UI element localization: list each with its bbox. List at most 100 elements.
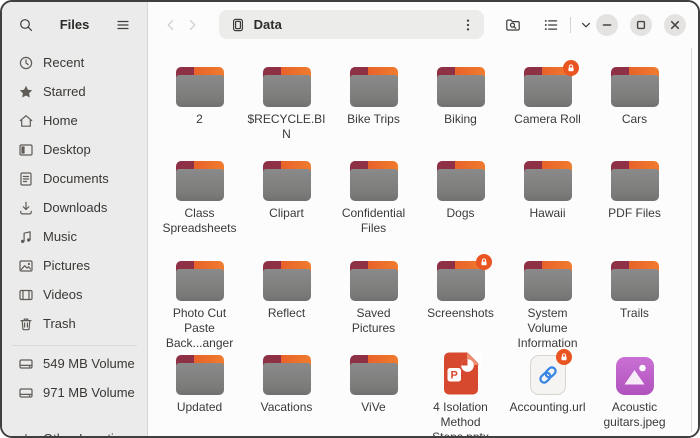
folder-icon xyxy=(175,355,224,395)
folder-icon xyxy=(262,355,311,395)
grid-item-vacations[interactable]: Vacations xyxy=(244,351,330,436)
window-controls xyxy=(596,13,686,36)
list-view-button[interactable] xyxy=(537,11,565,39)
sidebar-volumes: 549 MB Volume 971 MB Volume xyxy=(2,348,147,407)
grid-item-camera-roll[interactable]: Camera Roll xyxy=(505,60,591,157)
grid-item-screenshots[interactable]: Screenshots xyxy=(418,254,504,351)
trash-icon xyxy=(18,316,34,332)
file-icon-wrap xyxy=(349,157,398,201)
grid-item-updated[interactable]: Updated xyxy=(157,351,243,436)
file-name-label: Vacations xyxy=(260,400,313,414)
files-window: Files Recent Starred Home Desktop Documents D… xyxy=(0,0,700,438)
grid-item-vive[interactable]: ViVe xyxy=(331,351,417,436)
file-icon-wrap xyxy=(610,157,659,201)
grid-item-photo-cut-paste-back-anger[interactable]: Photo Cut Paste Back...anger xyxy=(157,257,243,351)
document-icon xyxy=(18,171,34,187)
sidebar-item-downloads[interactable]: Downloads xyxy=(8,193,141,222)
sidebar-item-trash[interactable]: Trash xyxy=(8,309,141,338)
grid-item-confidential-files[interactable]: Confidential Files xyxy=(331,157,417,257)
grid-item-trails[interactable]: Trails xyxy=(592,257,678,351)
grid-item-system-volume-information[interactable]: System Volume Information xyxy=(505,257,591,351)
sidebar-item-label: Trash xyxy=(43,316,76,331)
powerpoint-file-icon: P xyxy=(441,352,481,395)
sidebar-item-starred[interactable]: Starred xyxy=(8,77,141,106)
search-button[interactable] xyxy=(12,11,40,39)
sidebar-item-pictures[interactable]: Pictures xyxy=(8,251,141,280)
link-file-icon xyxy=(529,349,572,395)
app-menu-button[interactable] xyxy=(109,11,137,39)
sidebar-item-971-mb-volume[interactable]: 971 MB Volume xyxy=(8,378,141,407)
minimize-button[interactable] xyxy=(596,13,618,36)
grid-item-clipart[interactable]: Clipart xyxy=(244,157,330,257)
close-button[interactable] xyxy=(664,13,686,36)
file-name-label: Acoustic guitars.jpeg xyxy=(603,400,666,429)
maximize-button[interactable] xyxy=(630,13,652,36)
sidebar-item-other-locations[interactable]: Other Locations xyxy=(8,424,141,436)
file-icon-wrap xyxy=(436,254,492,301)
file-name-label: Hawaii xyxy=(529,206,566,220)
sidebar-item-recent[interactable]: Recent xyxy=(8,48,141,77)
grid-item-recycle-bin[interactable]: $RECYCLE.BIN xyxy=(244,63,330,157)
file-icon-wrap xyxy=(262,63,311,107)
back-button[interactable] xyxy=(160,13,181,37)
music-note-icon xyxy=(18,229,34,245)
path-menu-button[interactable] xyxy=(456,13,480,37)
folder-icon xyxy=(175,161,224,201)
sidebar-item-home[interactable]: Home xyxy=(8,106,141,135)
file-icon-wrap: P xyxy=(441,351,481,395)
file-icon-wrap xyxy=(523,257,572,301)
sidebar-item-label: Documents xyxy=(43,171,109,186)
view-options-dropdown-button[interactable] xyxy=(576,11,596,39)
scrollbar-track[interactable] xyxy=(691,48,692,432)
file-name-label: 4 Isolation Method Steps.pptx xyxy=(432,400,489,436)
file-icon-wrap xyxy=(349,63,398,107)
grid-item-bike-trips[interactable]: Bike Trips xyxy=(331,63,417,157)
grid-item-4-isolation-method-steps-pptx[interactable]: P 4 Isolation Method Steps.pptx xyxy=(418,351,504,436)
close-icon xyxy=(667,17,683,33)
sidebar-item-label: Other Locations xyxy=(43,431,135,436)
sidebar: Files Recent Starred Home Desktop Documents D… xyxy=(2,2,148,436)
file-icon-wrap xyxy=(436,157,485,201)
grid-item-cars[interactable]: Cars xyxy=(592,63,678,157)
file-icon-wrap xyxy=(262,257,311,301)
sidebar-item-549-mb-volume[interactable]: 549 MB Volume xyxy=(8,349,141,378)
grid-item-class-spreadsheets[interactable]: Class Spreadsheets xyxy=(157,157,243,257)
sidebar-item-videos[interactable]: Videos xyxy=(8,280,141,309)
folder-icon xyxy=(175,261,224,301)
sidebar-header: Files xyxy=(2,2,147,47)
folder-icon xyxy=(436,254,492,301)
file-name-label: Dogs xyxy=(446,206,475,220)
folder-icon xyxy=(262,161,311,201)
folder-icon xyxy=(349,67,398,107)
sidebar-item-desktop[interactable]: Desktop xyxy=(8,135,141,164)
grid-item-reflect[interactable]: Reflect xyxy=(244,257,330,351)
sidebar-item-music[interactable]: Music xyxy=(8,222,141,251)
hamburger-menu-icon xyxy=(115,17,131,33)
sidebar-item-documents[interactable]: Documents xyxy=(8,164,141,193)
path-bar[interactable]: Data xyxy=(218,10,485,39)
file-name-label: Clipart xyxy=(269,206,304,220)
grid-item-saved-pictures[interactable]: Saved Pictures xyxy=(331,257,417,351)
folder-icon xyxy=(349,161,398,201)
grid-item-hawaii[interactable]: Hawaii xyxy=(505,157,591,257)
file-name-label: Confidential Files xyxy=(341,206,406,235)
file-name-label: ViVe xyxy=(361,400,386,414)
chevron-right-icon xyxy=(184,17,200,33)
svg-text:P: P xyxy=(450,369,457,381)
grid-item-pdf-files[interactable]: PDF Files xyxy=(592,157,678,257)
folder-icon xyxy=(436,161,485,201)
search-in-folder-button[interactable] xyxy=(500,11,525,39)
grid-item-biking[interactable]: Biking xyxy=(418,63,504,157)
folder-icon xyxy=(175,67,224,107)
file-name-label: Cars xyxy=(621,112,648,126)
file-icon-wrap xyxy=(436,63,485,107)
file-view: 2 $RECYCLE.BIN Bike Trips Biking Camera Roll… xyxy=(148,47,698,436)
forward-button[interactable] xyxy=(181,13,202,37)
lock-emblem-icon xyxy=(475,254,492,270)
grid-item-dogs[interactable]: Dogs xyxy=(418,157,504,257)
folder-icon xyxy=(610,261,659,301)
grid-item-accounting-url[interactable]: Accounting.url xyxy=(505,349,591,436)
grid-item-acoustic-guitars-jpeg[interactable]: Acoustic guitars.jpeg xyxy=(592,351,678,436)
file-name-label: $RECYCLE.BIN xyxy=(247,112,326,141)
grid-item-2[interactable]: 2 xyxy=(157,63,243,157)
